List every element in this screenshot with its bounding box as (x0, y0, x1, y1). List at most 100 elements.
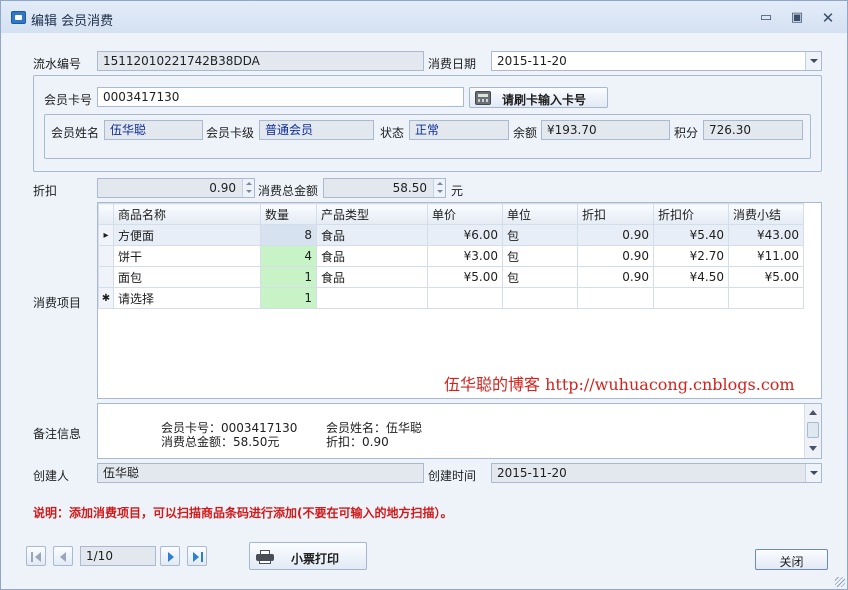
card-number-input[interactable]: 0003417130 (97, 87, 464, 107)
cell-unit-price[interactable]: ¥6.00 (427, 224, 503, 246)
status-field: 正常 (409, 120, 509, 140)
status-label: 状态 (380, 126, 405, 140)
cell-quantity[interactable]: 8 (260, 224, 317, 246)
next-icon (168, 552, 174, 562)
cell-unit-price[interactable]: ¥5.00 (427, 266, 503, 288)
column-header[interactable]: 数量 (260, 203, 317, 225)
column-header[interactable]: 消费小结 (728, 203, 804, 225)
cell-discount-price[interactable] (653, 287, 729, 309)
indicator-header (98, 203, 114, 225)
discount-spinner[interactable]: 0.90 (97, 178, 255, 198)
blog-watermark: 伍华聪的博客 http://wuhuacong.cnblogs.com (444, 375, 795, 394)
cell-unit-price[interactable]: ¥3.00 (427, 245, 503, 267)
hint-text: 说明：添加消费项目，可以扫描商品条码进行添加(不要在可输入的地方扫描）。 (33, 506, 453, 520)
table-row[interactable]: ▸ 方便面 8 食品 ¥6.00 包 0.90 ¥5.40 ¥43.00 (98, 224, 804, 246)
column-header[interactable]: 产品类型 (316, 203, 428, 225)
grid-header-row: 商品名称 数量 产品类型 单价 单位 折扣 折扣价 消费小结 (98, 203, 804, 225)
creator-label: 创建人 (33, 469, 70, 483)
close-button[interactable]: 关闭 (755, 549, 828, 570)
maximize-icon[interactable]: ▣ (787, 9, 807, 27)
print-receipt-button[interactable]: 小票打印 (249, 542, 367, 570)
cell-subtotal[interactable]: ¥11.00 (728, 245, 804, 267)
items-table: 商品名称 数量 产品类型 单价 单位 折扣 折扣价 消费小结 ▸ 方便面 8 食… (98, 203, 804, 309)
notes-label: 备注信息 (33, 427, 82, 441)
cell-subtotal[interactable]: ¥5.00 (728, 266, 804, 288)
cell-unit[interactable] (502, 287, 578, 309)
cell-product-name[interactable]: 方便面 (113, 224, 261, 246)
total-spinner: 58.50 (323, 178, 446, 198)
total-spin-icon (433, 179, 445, 197)
total-unit: 元 (451, 184, 464, 198)
window-title: 编辑 会员消费 (31, 14, 114, 29)
swipe-card-label: 请刷卡输入卡号 (502, 93, 587, 107)
cell-product-name[interactable]: 面包 (113, 266, 261, 288)
discount-value: 0.90 (209, 181, 236, 195)
cell-product-name[interactable]: 饼干 (113, 245, 261, 267)
new-item-row[interactable]: ✱ 请选择 1 (98, 287, 804, 309)
cell-product-type[interactable]: 食品 (316, 224, 428, 246)
last-icon (193, 552, 199, 562)
first-icon (31, 552, 33, 562)
minimize-icon[interactable]: ▭ (756, 9, 776, 27)
close-icon[interactable]: ✕ (818, 9, 838, 27)
cell-product-type[interactable]: 食品 (316, 245, 428, 267)
cell-quantity[interactable]: 1 (260, 287, 317, 309)
column-header[interactable]: 单价 (427, 203, 503, 225)
column-header[interactable]: 单位 (502, 203, 578, 225)
table-row[interactable]: 面包 1 食品 ¥5.00 包 0.90 ¥4.50 ¥5.00 (98, 266, 804, 288)
total-value: 58.50 (392, 181, 427, 195)
cell-unit[interactable]: 包 (502, 224, 578, 246)
cell-discount-price[interactable]: ¥2.70 (653, 245, 729, 267)
printer-icon (256, 550, 274, 564)
notes-scrollbar[interactable] (804, 404, 821, 458)
cell-discount-price[interactable]: ¥5.40 (653, 224, 729, 246)
previous-record-button[interactable] (53, 546, 73, 566)
created-time-dropdown-icon (805, 464, 821, 482)
row-indicator: ✱ (98, 287, 114, 309)
cell-product-type[interactable] (316, 287, 428, 309)
cell-quantity[interactable]: 4 (260, 245, 317, 267)
cell-unit-price[interactable] (427, 287, 503, 309)
scroll-down-icon[interactable] (809, 446, 817, 451)
date-dropdown-icon[interactable] (805, 52, 821, 70)
consumption-items-grid[interactable]: 商品名称 数量 产品类型 单价 单位 折扣 折扣价 消费小结 ▸ 方便面 8 食… (97, 202, 822, 399)
cell-quantity[interactable]: 1 (260, 266, 317, 288)
cell-discount[interactable]: 0.90 (577, 224, 654, 246)
previous-icon (60, 552, 66, 562)
cell-subtotal[interactable]: ¥43.00 (728, 224, 804, 246)
table-row[interactable]: 饼干 4 食品 ¥3.00 包 0.90 ¥2.70 ¥11.00 (98, 245, 804, 267)
creator-field: 伍华聪 (97, 463, 424, 483)
column-header[interactable]: 折扣 (577, 203, 654, 225)
notes-textarea[interactable]: 会员卡号：0003417130 会员姓名：伍华聪 消费总金额：58.50元 折扣… (97, 403, 822, 459)
cell-discount[interactable]: 0.90 (577, 266, 654, 288)
discount-spin-icon[interactable] (242, 179, 254, 197)
cell-discount[interactable]: 0.90 (577, 245, 654, 267)
resize-grip-icon[interactable] (835, 577, 845, 587)
scroll-up-icon[interactable] (809, 410, 817, 415)
next-record-button[interactable] (160, 546, 180, 566)
level-label: 会员卡级 (206, 126, 255, 140)
page-indicator: 1/10 (80, 546, 156, 566)
cell-subtotal[interactable] (728, 287, 804, 309)
swipe-card-button[interactable]: 请刷卡输入卡号 (469, 87, 608, 108)
cell-discount-price[interactable]: ¥4.50 (653, 266, 729, 288)
items-label: 消费项目 (33, 296, 82, 310)
cell-discount[interactable] (577, 287, 654, 309)
edit-consumption-window: 编辑 会员消费 ▭ ▣ ✕ 流水编号 15112010221742B38DDA … (0, 0, 848, 590)
created-time-picker: 2015-11-20 (491, 463, 822, 483)
date-picker[interactable]: 2015-11-20 (491, 51, 822, 71)
last-record-button[interactable] (187, 546, 207, 566)
created-time-label: 创建时间 (428, 469, 477, 483)
date-label: 消费日期 (428, 57, 477, 71)
app-icon (11, 11, 26, 24)
cell-unit[interactable]: 包 (502, 266, 578, 288)
cell-product-name[interactable]: 请选择 (113, 287, 261, 309)
date-value: 2015-11-20 (497, 54, 567, 68)
scroll-thumb[interactable] (807, 422, 819, 438)
first-record-button[interactable] (26, 546, 46, 566)
cell-unit[interactable]: 包 (502, 245, 578, 267)
column-header[interactable]: 商品名称 (113, 203, 261, 225)
row-indicator (98, 245, 114, 267)
cell-product-type[interactable]: 食品 (316, 266, 428, 288)
column-header[interactable]: 折扣价 (653, 203, 729, 225)
